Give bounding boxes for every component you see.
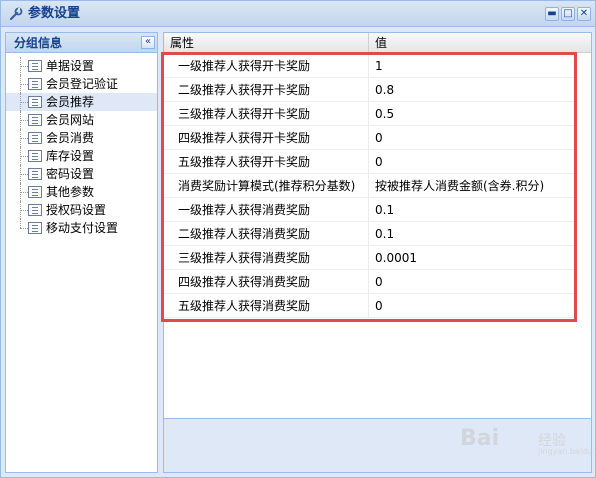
tree-item[interactable]: 会员网站 xyxy=(6,111,157,129)
property-value-cell[interactable]: 0.0001 xyxy=(369,246,574,270)
tree-item[interactable]: 移动支付设置 xyxy=(6,219,157,237)
collapse-button[interactable]: « xyxy=(141,36,155,49)
column-header-value[interactable]: 值 xyxy=(369,33,591,53)
minimize-icon: ▬ xyxy=(547,8,557,19)
tree-item-label: 其他参数 xyxy=(46,185,95,199)
property-name-cell: 二级推荐人获得开卡奖励 xyxy=(164,78,369,102)
property-name-cell: 二级推荐人获得消费奖励 xyxy=(164,222,369,246)
tree-item[interactable]: 会员消费 xyxy=(6,129,157,147)
property-value-cell[interactable]: 0 xyxy=(369,150,574,174)
watermark-logo: Bai xyxy=(460,426,500,451)
property-row[interactable]: 二级推荐人获得消费奖励 0.1 xyxy=(164,222,574,246)
maximize-icon: □ xyxy=(563,8,573,19)
tree-item-label: 会员登记验证 xyxy=(46,77,119,91)
property-row[interactable]: 四级推荐人获得开卡奖励 0 xyxy=(164,126,574,150)
title-bar[interactable]: 参数设置 ▬ □ ✕ xyxy=(1,1,595,27)
property-row[interactable]: 二级推荐人获得开卡奖励 0.8 xyxy=(164,78,574,102)
property-row[interactable]: 三级推荐人获得消费奖励 0.0001 xyxy=(164,246,574,270)
property-name-cell: 消费奖励计算模式(推荐积分基数) xyxy=(164,174,369,198)
tree-item[interactable]: 会员推荐 xyxy=(6,93,157,111)
document-icon xyxy=(28,60,42,72)
group-panel: 分组信息 « 单据设置会员登记验证 会员推荐会员网站会员消费库存设置密码设置其他参… xyxy=(5,32,158,473)
tree-item-label: 单据设置 xyxy=(46,59,95,73)
property-name-cell: 五级推荐人获得消费奖励 xyxy=(164,294,369,318)
baidu-watermark: Bai 经验 jingyan.baidu.com xyxy=(460,420,596,460)
tree-line xyxy=(20,210,28,211)
property-value-cell[interactable]: 0.5 xyxy=(369,102,574,126)
property-row[interactable]: 一级推荐人获得开卡奖励 1 xyxy=(164,54,574,78)
property-name-cell: 一级推荐人获得消费奖励 xyxy=(164,198,369,222)
settings-window: 参数设置 ▬ □ ✕ 分组信息 « 单据设置会员登记验证 会员推荐会员网站会员消费… xyxy=(0,0,596,478)
property-name-cell: 四级推荐人获得开卡奖励 xyxy=(164,126,369,150)
document-icon xyxy=(28,150,42,162)
property-name-cell: 四级推荐人获得消费奖励 xyxy=(164,270,369,294)
tree-item-label: 会员消费 xyxy=(46,131,95,145)
tree-item[interactable]: 其他参数 xyxy=(6,183,157,201)
tree-item[interactable]: 单据设置 xyxy=(6,57,157,75)
property-value-cell[interactable]: 0 xyxy=(369,126,574,150)
tree-item-label: 授权码设置 xyxy=(46,203,107,217)
tree-line xyxy=(20,156,28,157)
watermark-url: jingyan.baidu.com xyxy=(538,447,596,456)
document-icon xyxy=(28,114,42,126)
tree-line xyxy=(20,192,28,193)
property-value-cell[interactable]: 0.8 xyxy=(369,78,574,102)
document-icon xyxy=(28,186,42,198)
tree-item[interactable]: 会员登记验证 xyxy=(6,75,157,93)
property-name-cell: 一级推荐人获得开卡奖励 xyxy=(164,54,369,78)
tree-item[interactable]: 库存设置 xyxy=(6,147,157,165)
tree-item-label: 会员推荐 xyxy=(46,95,95,109)
tree-line xyxy=(20,84,28,85)
group-panel-header: 分组信息 « xyxy=(6,33,157,53)
window-title: 参数设置 xyxy=(28,6,81,21)
group-tree: 单据设置会员登记验证 会员推荐会员网站会员消费库存设置密码设置其他参数授权码设置移… xyxy=(6,57,157,237)
group-panel-title: 分组信息 xyxy=(14,36,63,50)
tree-line xyxy=(20,228,28,229)
close-icon: ✕ xyxy=(579,8,589,19)
document-icon xyxy=(28,78,42,90)
property-name-cell: 三级推荐人获得开卡奖励 xyxy=(164,102,369,126)
property-grid: 一级推荐人获得开卡奖励 1 二级推荐人获得开卡奖励 0.8 三级推荐人获得开卡奖励 0.5… xyxy=(164,54,591,318)
column-header-property[interactable]: 属性 xyxy=(164,33,369,53)
property-value-cell[interactable]: 1 xyxy=(369,54,574,78)
property-name-cell: 五级推荐人获得开卡奖励 xyxy=(164,150,369,174)
property-value-cell[interactable]: 按被推荐人消费金额(含券.积分) xyxy=(369,174,574,198)
property-row[interactable]: 五级推荐人获得开卡奖励 0 xyxy=(164,150,574,174)
property-value-cell[interactable]: 0.1 xyxy=(369,198,574,222)
property-name-cell: 三级推荐人获得消费奖励 xyxy=(164,246,369,270)
property-row[interactable]: 五级推荐人获得消费奖励 0 xyxy=(164,294,574,318)
double-chevron-left-icon: « xyxy=(144,36,152,47)
property-row[interactable]: 四级推荐人获得消费奖励 0 xyxy=(164,270,574,294)
property-value-cell[interactable]: 0.1 xyxy=(369,222,574,246)
property-row[interactable]: 三级推荐人获得开卡奖励 0.5 xyxy=(164,102,574,126)
property-row[interactable]: 一级推荐人获得消费奖励 0.1 xyxy=(164,198,574,222)
tree-item-label: 库存设置 xyxy=(46,149,95,163)
document-icon xyxy=(28,168,42,180)
property-grid-panel: 属性 值 一级推荐人获得开卡奖励 1 二级推荐人获得开卡奖励 0.8 三级推荐人获得开卡… xyxy=(163,32,592,473)
close-button[interactable]: ✕ xyxy=(577,7,591,21)
tree-line xyxy=(20,138,28,139)
grid-header: 属性 值 xyxy=(164,33,591,53)
document-icon xyxy=(28,96,42,108)
tree-item-label: 移动支付设置 xyxy=(46,221,119,235)
document-icon xyxy=(28,132,42,144)
tree-line xyxy=(20,102,28,103)
property-value-cell[interactable]: 0 xyxy=(369,294,574,318)
tree-item[interactable]: 授权码设置 xyxy=(6,201,157,219)
property-row[interactable]: 消费奖励计算模式(推荐积分基数) 按被推荐人消费金额(含券.积分) xyxy=(164,174,574,198)
maximize-button[interactable]: □ xyxy=(561,7,575,21)
minimize-button[interactable]: ▬ xyxy=(545,7,559,21)
tree-line xyxy=(20,120,28,121)
property-value-cell[interactable]: 0 xyxy=(369,270,574,294)
tree-item[interactable]: 密码设置 xyxy=(6,165,157,183)
wrench-icon xyxy=(9,7,23,21)
document-icon xyxy=(28,204,42,216)
tree-item-label: 会员网站 xyxy=(46,113,95,127)
tree-line xyxy=(20,174,28,175)
tree-line xyxy=(20,66,28,67)
document-icon xyxy=(28,222,42,234)
tree-item-label: 密码设置 xyxy=(46,167,95,181)
